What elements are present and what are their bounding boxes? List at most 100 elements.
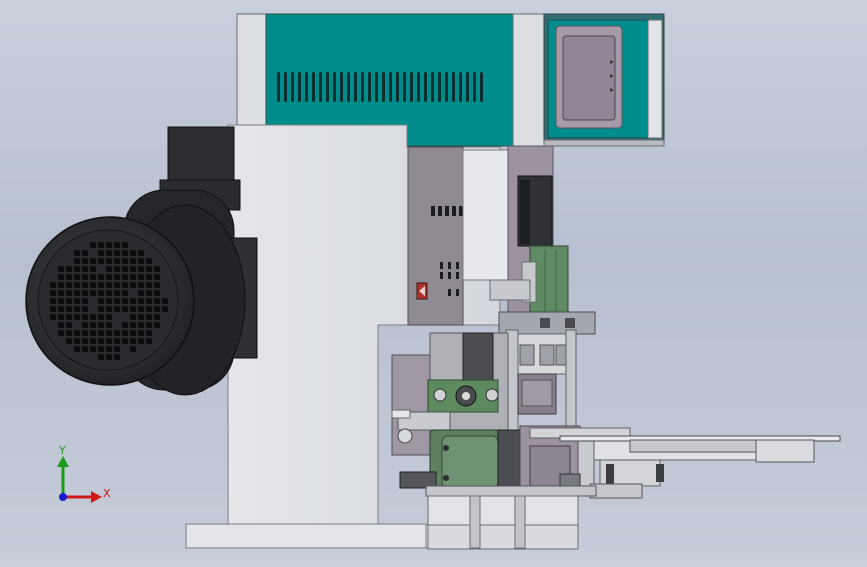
fan-grid-hole <box>106 314 112 320</box>
fan-grid-hole <box>130 338 136 344</box>
electric-motor <box>26 127 257 395</box>
fan-grid-hole <box>130 266 136 272</box>
fan-grid-hole <box>58 298 64 304</box>
fan-grid-hole <box>122 258 128 264</box>
fan-grid-hole <box>74 346 80 352</box>
fan-grid-hole <box>106 346 112 352</box>
fan-grid-hole <box>106 298 112 304</box>
fan-grid-hole <box>154 266 160 272</box>
fan-grid-hole <box>154 290 160 296</box>
fan-grid-hole <box>58 282 64 288</box>
fan-grid-hole <box>146 274 152 280</box>
fan-grid-hole <box>82 306 88 312</box>
cad-viewport[interactable]: Y X <box>0 0 867 562</box>
fan-grid-hole <box>90 346 96 352</box>
fan-grid-hole <box>154 322 160 328</box>
panel-button <box>456 289 459 296</box>
fan-grid-hole <box>106 250 112 256</box>
x-axis-label: X <box>103 487 111 500</box>
fan-grid-hole <box>138 330 144 336</box>
fan-grid-hole <box>106 274 112 280</box>
fan-grid-hole <box>90 266 96 272</box>
fan-grid-hole <box>98 274 104 280</box>
panel-button <box>448 289 451 296</box>
fan-grid-hole <box>138 298 144 304</box>
control-panel-plate <box>408 147 463 325</box>
y-axis-label: Y <box>58 444 66 457</box>
fan-grid-hole <box>90 330 96 336</box>
fan-grid-hole <box>90 258 96 264</box>
fan-grid-hole <box>90 314 96 320</box>
vent-slot <box>382 72 385 102</box>
fan-grid-hole <box>50 298 56 304</box>
vent-slot <box>361 72 364 102</box>
fan-grid-hole <box>114 306 120 312</box>
vent-slot <box>298 72 301 102</box>
panel-button <box>438 206 442 216</box>
fan-grid-hole <box>74 298 80 304</box>
fan-grid-hole <box>114 282 120 288</box>
fan-grid-hole <box>58 322 64 328</box>
fan-grid-hole <box>138 290 144 296</box>
panel-button <box>452 206 456 216</box>
vent-slot <box>452 72 455 102</box>
fan-grid-hole <box>122 242 128 248</box>
fan-grid-hole <box>130 298 136 304</box>
fan-grid-hole <box>130 250 136 256</box>
fan-grid-hole <box>114 298 120 304</box>
fan-grid-hole <box>98 290 104 296</box>
vent-slot <box>417 72 420 102</box>
fan-grid-hole <box>154 314 160 320</box>
panel-button <box>456 272 459 279</box>
vent-slot <box>277 72 280 102</box>
fan-grid-hole <box>122 330 128 336</box>
fan-grid-hole <box>130 306 136 312</box>
fan-grid-hole <box>82 298 88 304</box>
hmi-display <box>563 36 615 120</box>
fan-grid-hole <box>90 282 96 288</box>
fan-grid-hole <box>154 274 160 280</box>
fan-grid-hole <box>146 258 152 264</box>
fan-grid-hole <box>98 322 104 328</box>
fan-grid-hole <box>74 338 80 344</box>
fan-grid-hole <box>58 266 64 272</box>
hmi-screen-box <box>544 14 664 146</box>
fan-grid-hole <box>146 282 152 288</box>
vent-slot <box>305 72 308 102</box>
vent-slot <box>466 72 469 102</box>
fan-grid-hole <box>50 282 56 288</box>
fan-grid-hole <box>90 274 96 280</box>
fan-grid-hole <box>82 314 88 320</box>
fan-grid-hole <box>138 322 144 328</box>
fan-grid-hole <box>98 306 104 312</box>
fan-grid-hole <box>138 250 144 256</box>
fan-grid-hole <box>106 266 112 272</box>
fan-grid-hole <box>122 274 128 280</box>
fan-grid-hole <box>66 306 72 312</box>
fan-grid-hole <box>50 314 56 320</box>
vent-slot <box>354 72 357 102</box>
fan-grid-hole <box>122 338 128 344</box>
vent-slot <box>459 72 462 102</box>
vent-slot <box>438 72 441 102</box>
fan-grid-hole <box>98 354 104 360</box>
fan-grid-hole <box>130 258 136 264</box>
fan-grid-hole <box>146 314 152 320</box>
fan-grid-hole <box>138 258 144 264</box>
fan-grid-hole <box>98 298 104 304</box>
fan-grid-hole <box>82 330 88 336</box>
fan-grid-hole <box>146 330 152 336</box>
fan-grid-hole <box>114 250 120 256</box>
fan-grid-hole <box>66 266 72 272</box>
fan-grid-hole <box>66 274 72 280</box>
vent-slot <box>375 72 378 102</box>
fan-grid-hole <box>74 290 80 296</box>
fan-grid-hole <box>58 314 64 320</box>
fan-grid-hole <box>58 290 64 296</box>
vent-slot <box>480 72 483 102</box>
fan-grid-hole <box>98 338 104 344</box>
vent-slot <box>424 72 427 102</box>
fan-grid-hole <box>58 330 64 336</box>
fan-grid-hole <box>106 330 112 336</box>
panel-button <box>456 262 459 269</box>
